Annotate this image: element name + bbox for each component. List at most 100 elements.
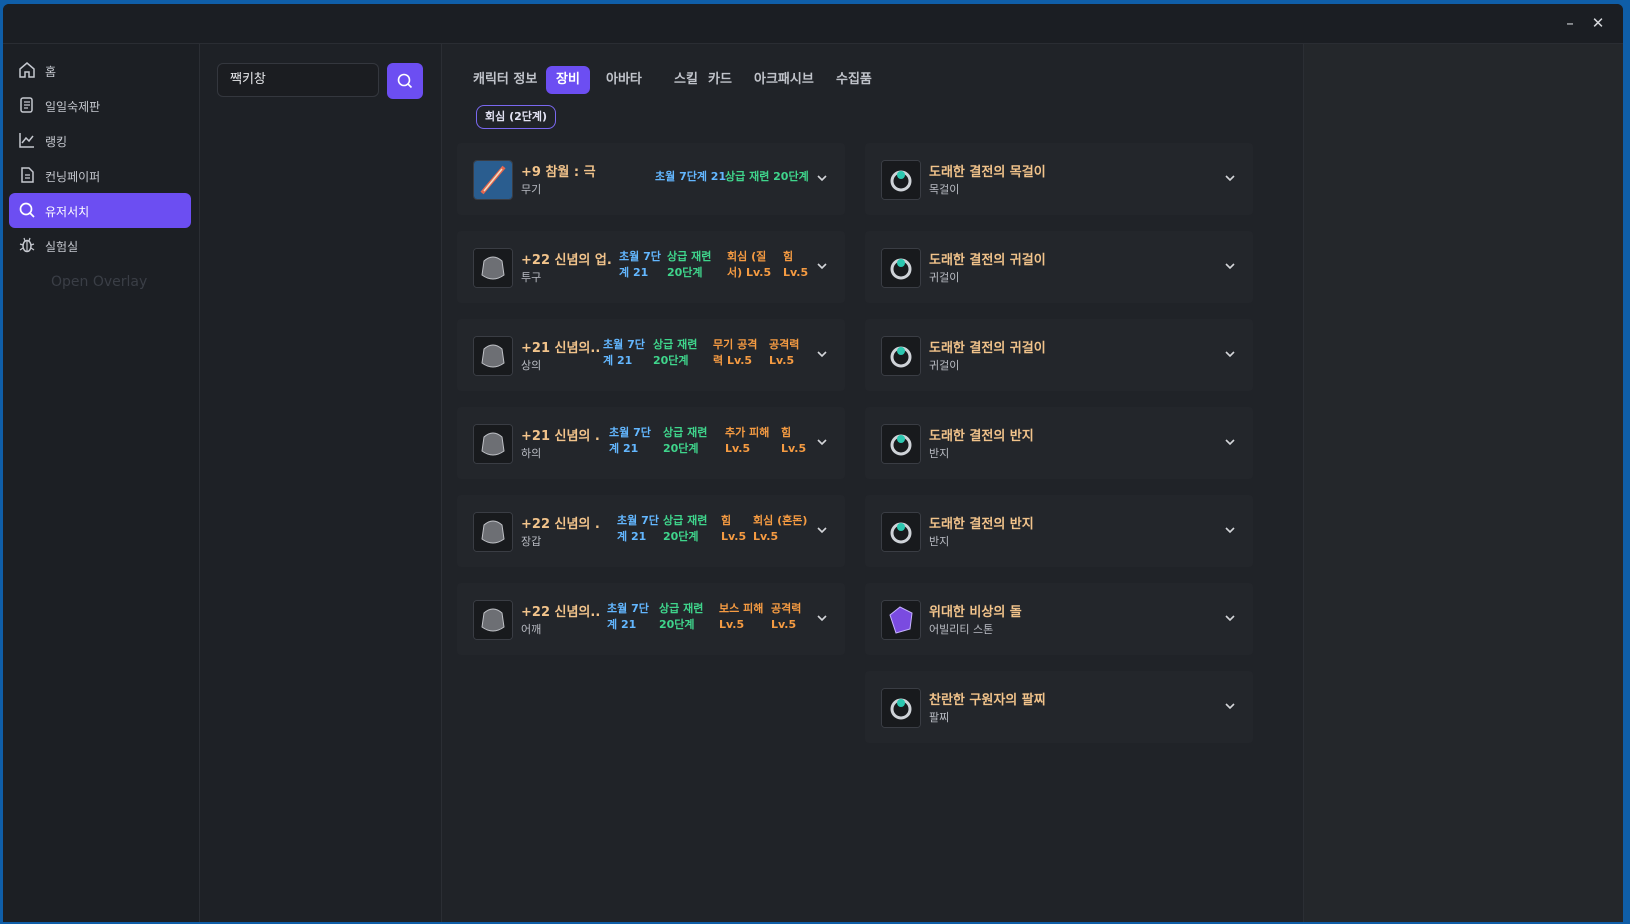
item-name: 도래한 결전의 반지 (929, 429, 1034, 444)
item-icon (881, 336, 921, 376)
accessory-card[interactable]: 도래한 결전의 반지반지 (865, 407, 1253, 479)
item-type: 반지 (929, 447, 950, 460)
accessory-card[interactable]: 찬란한 구원자의 팔찌팔찌 (865, 671, 1253, 743)
item-type: 목걸이 (929, 183, 960, 196)
sidebar-item-label: 실험실 (45, 240, 79, 254)
item-stat: 보스 피해 Lv.5 (719, 602, 764, 631)
item-stat: 상급 재련 20단계 (725, 170, 809, 183)
tab-avatar[interactable]: 아바타 (596, 66, 652, 94)
item-name: +9 참월 : 극 (521, 165, 596, 180)
item-name: +22 신념의... (521, 605, 599, 620)
tab-card[interactable]: 카드 (698, 66, 742, 94)
tab-collectibles[interactable]: 수집품 (826, 66, 882, 94)
item-stat: 상급 재련 20단계 (663, 426, 708, 455)
item-name: +21 신념의... (521, 341, 599, 356)
item-type: 어빌리티 스톤 (929, 623, 994, 636)
item-type: 상의 (521, 359, 542, 372)
chevron-down-icon (1225, 175, 1235, 182)
chevron-down-icon (817, 263, 827, 270)
sidebar-item-label: 컨닝페이퍼 (45, 170, 101, 184)
sidebar-item-ranking[interactable]: 랭킹 (9, 123, 191, 158)
item-name: 도래한 결전의 반지 (929, 517, 1034, 532)
item-stat: 상급 재련 20단계 (653, 338, 698, 367)
sidebar-item-daily-tasks[interactable]: 일일숙제판 (9, 88, 191, 123)
item-stat: 상급 재련 20단계 (659, 602, 704, 631)
item-stat: 힘 Lv.5 (781, 426, 807, 455)
item-stat: 초월 7단계 21 (619, 250, 661, 279)
item-icon (881, 512, 921, 552)
item-type: 어깨 (521, 623, 542, 636)
sidebar-item-cheat-sheet[interactable]: 컨닝페이퍼 (9, 158, 191, 193)
equipment-card[interactable]: +22 신념의 업... 투구 초월 7단 계 21 상급 재련 20단계 회심 (질 서) … (457, 231, 845, 303)
item-name: 도래한 결전의 목걸이 (929, 165, 1046, 180)
equipment-card[interactable]: +9 참월 : 극무기 초월 7단계 21 상급 재련 20단계 (457, 143, 845, 215)
item-name: +22 신념의 업... (521, 253, 613, 268)
item-stat: 공격력 Lv.5 (771, 602, 802, 631)
item-stat: 초월 7단계 21 (655, 170, 727, 183)
item-icon (473, 600, 513, 640)
tab-character-info[interactable]: 캐릭터 정보 (463, 66, 547, 94)
sidebar-item-home[interactable]: 홈 (9, 53, 191, 88)
engraving-badge: 회심 (2단계) (476, 105, 557, 129)
accessory-card[interactable]: 도래한 결전의 귀걸이귀걸이 (865, 319, 1253, 391)
minimize-button[interactable]: – (1558, 12, 1582, 34)
sidebar-item-label: 유저서치 (45, 205, 90, 219)
item-type: 무기 (521, 183, 542, 196)
chart-icon (19, 133, 34, 148)
item-type: 팔찌 (929, 711, 950, 724)
search-icon (397, 73, 413, 89)
bug-icon (19, 237, 35, 253)
item-stat: 공격력 Lv.5 (769, 338, 800, 367)
search-input[interactable]: 짹키창 (217, 63, 379, 97)
item-stat: 추가 피해 Lv.5 (725, 426, 770, 455)
sidebar-item-user-search[interactable]: 유저서치 (9, 193, 191, 228)
accessory-card[interactable]: 도래한 결전의 목걸이목걸이 (865, 143, 1253, 215)
equipment-card[interactable]: +21 신념의 ... 하의 초월 7단계 21 상급 재련20단계 추가 피해Lv.5… (457, 407, 845, 479)
chevron-down-icon (817, 351, 827, 358)
chevron-down-icon (1225, 703, 1235, 710)
chevron-down-icon (817, 175, 827, 182)
item-stat: 상급 재련 20단계 (663, 514, 708, 543)
item-type: 귀걸이 (929, 359, 960, 372)
item-type: 장갑 (521, 535, 542, 548)
chevron-down-icon (1225, 615, 1235, 622)
item-stat: 초월 7단계 21 (603, 338, 645, 367)
item-stat: 초월 7단계 21 (607, 602, 649, 631)
item-name: 찬란한 구원자의 팔찌 (929, 693, 1046, 708)
chevron-down-icon (817, 615, 827, 622)
search-column: 짹키창 (200, 44, 442, 922)
item-icon (881, 248, 921, 288)
equipment-card[interactable]: +22 신념의... 어깨 초월 7단 계 21 상급 재련 20단계 보스 피해 Lv.5 공… (457, 583, 845, 655)
item-name: 도래한 결전의 귀걸이 (929, 341, 1046, 356)
search-button[interactable] (387, 63, 423, 99)
equipment-card[interactable]: +21 신념의... 상의 초월 7단 계 21 상급 재련 20단계 무기 공격 력 Lv.… (457, 319, 845, 391)
item-stat: 상급 재련 20단계 (667, 250, 712, 279)
open-overlay-link[interactable]: Open Overlay (51, 274, 147, 290)
item-stat: 회심 (혼돈) Lv.5 (753, 514, 808, 543)
sidebar-item-label: 일일숙제판 (45, 100, 101, 114)
item-name: +22 신념의 ... (521, 517, 599, 532)
item-icon (881, 688, 921, 728)
item-stat: 힘 Lv.5 (783, 250, 809, 279)
accessory-card[interactable]: 도래한 결전의 귀걸이 귀걸이 (865, 231, 1253, 303)
chevron-down-icon (1225, 439, 1235, 446)
item-stat: 무기 공격 력 Lv.5 (713, 338, 758, 367)
search-icon (19, 202, 35, 218)
accessory-card[interactable]: 도래한 결전의 반지 반지 (865, 495, 1253, 567)
chevron-down-icon (1225, 527, 1235, 534)
sidebar-item-lab[interactable]: 실험실 (9, 228, 191, 263)
chevron-down-icon (1225, 351, 1235, 358)
right-panel (1303, 44, 1623, 922)
chevron-down-icon (1225, 263, 1235, 270)
item-icon (473, 160, 513, 200)
equipment-card[interactable]: +22 신념의 ... 장갑 초월 7단계 21상급 재련20단계 힘Lv.5회심 (… (457, 495, 845, 567)
item-stat: 힘 Lv.5 (721, 514, 747, 543)
sidebar: 홈 일일숙제판 랭킹 컨닝페이퍼 유저서치 실험실 Open Overlay (3, 44, 200, 922)
tab-ark-passive[interactable]: 아크패시브 (744, 66, 824, 94)
chevron-down-icon (817, 527, 827, 534)
tab-equipment[interactable]: 장비 (546, 66, 590, 94)
chevron-down-icon (817, 439, 827, 446)
accessory-card[interactable]: 위대한 비상의 돌 어빌리티 스톤 (865, 583, 1253, 655)
item-stat: 회심 (질 서) Lv.5 (727, 250, 772, 279)
close-button[interactable]: ✕ (1586, 12, 1610, 34)
